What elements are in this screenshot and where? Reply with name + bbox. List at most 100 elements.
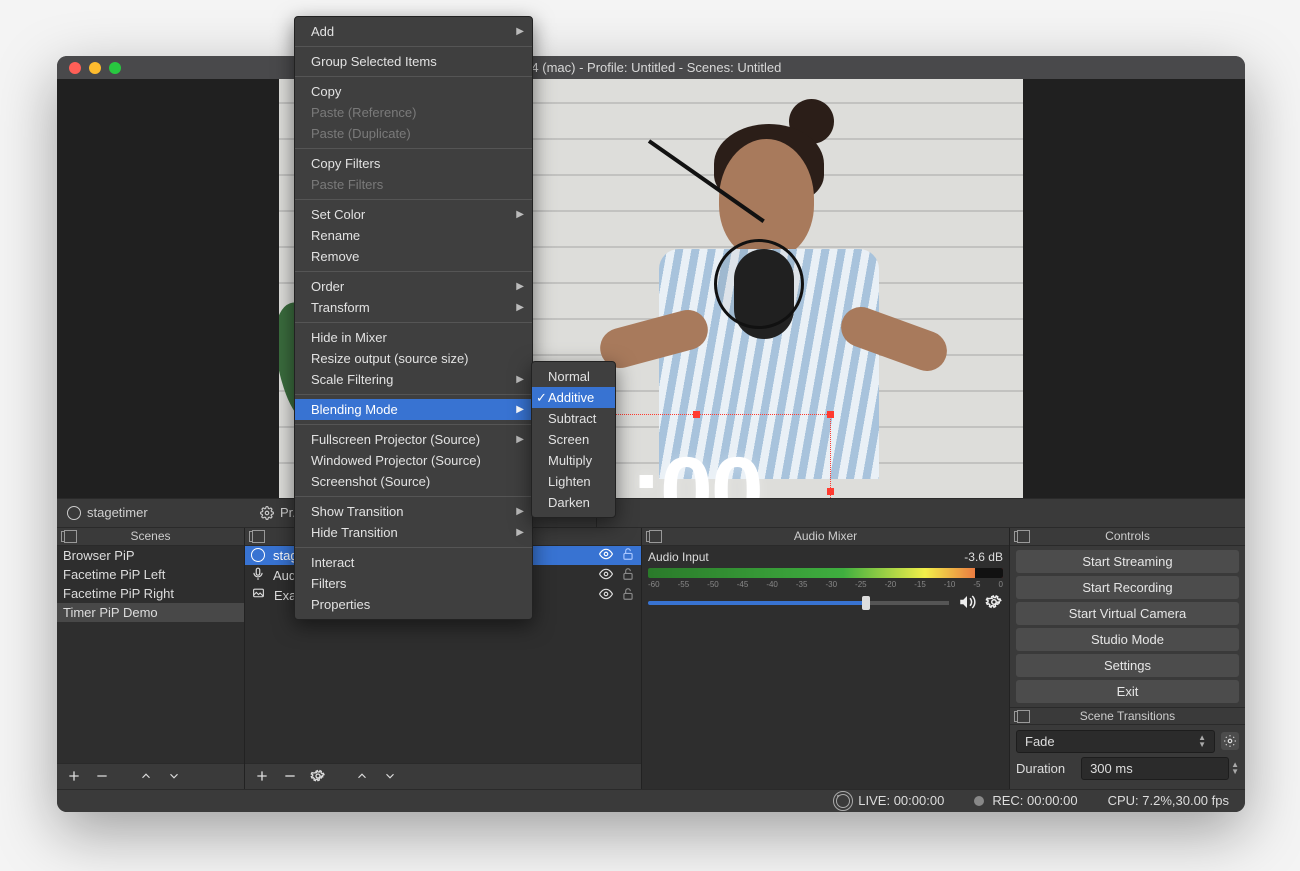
menu-paste-filters: Paste Filters <box>295 174 532 195</box>
move-scene-down-button[interactable] <box>165 767 183 785</box>
visibility-toggle[interactable] <box>597 587 615 604</box>
visibility-toggle[interactable] <box>597 567 615 584</box>
gear-icon <box>260 506 274 520</box>
menu-rename[interactable]: Rename <box>295 225 532 246</box>
broadcast-icon <box>836 794 850 808</box>
menu-group[interactable]: Group Selected Items <box>295 51 532 72</box>
menu-fullscreen-projector[interactable]: Fullscreen Projector (Source)▶ <box>295 429 532 450</box>
menu-screenshot[interactable]: Screenshot (Source) <box>295 471 532 492</box>
blend-darken[interactable]: Darken <box>532 492 615 513</box>
menu-blending-mode[interactable]: Blending Mode▶ <box>295 399 532 420</box>
menu-scale-filtering[interactable]: Scale Filtering▶ <box>295 369 532 390</box>
transitions-body: Fade ▲▼ Duration 300 ms ▲▼ <box>1010 725 1245 789</box>
globe-icon <box>67 506 81 520</box>
volume-slider[interactable] <box>648 601 949 605</box>
menu-paste-duplicate: Paste (Duplicate) <box>295 123 532 144</box>
menu-copy-filters[interactable]: Copy Filters <box>295 153 532 174</box>
add-scene-button[interactable] <box>65 767 83 785</box>
lock-toggle[interactable] <box>621 567 635 584</box>
microphone-icon <box>251 566 265 585</box>
transition-select[interactable]: Fade ▲▼ <box>1016 730 1215 753</box>
menu-order[interactable]: Order▶ <box>295 276 532 297</box>
menu-windowed-projector[interactable]: Windowed Projector (Source) <box>295 450 532 471</box>
menu-hide-transition[interactable]: Hide Transition▶ <box>295 522 532 543</box>
move-source-up-button[interactable] <box>353 767 371 785</box>
menu-properties[interactable]: Properties <box>295 594 532 615</box>
popout-icon[interactable] <box>1014 531 1025 542</box>
preview-area[interactable]: :00 <box>57 79 1245 498</box>
transitions-header[interactable]: Scene Transitions <box>1010 707 1245 725</box>
move-scene-up-button[interactable] <box>137 767 155 785</box>
lock-toggle[interactable] <box>621 587 635 604</box>
move-source-down-button[interactable] <box>381 767 399 785</box>
start-recording-button[interactable]: Start Recording <box>1016 576 1239 599</box>
selected-source-chip: stagetimer <box>57 499 250 526</box>
start-virtual-camera-button[interactable]: Start Virtual Camera <box>1016 602 1239 625</box>
blend-normal[interactable]: Normal <box>532 366 615 387</box>
menu-interact[interactable]: Interact <box>295 552 532 573</box>
blend-screen[interactable]: Screen <box>532 429 615 450</box>
duration-stepper[interactable]: ▲▼ <box>1231 761 1239 775</box>
popout-icon[interactable] <box>61 531 72 542</box>
controls-header[interactable]: Controls <box>1010 528 1245 546</box>
window-title: 2.4 (mac) - Profile: Untitled - Scenes: … <box>57 60 1245 75</box>
blend-additive[interactable]: ✓Additive <box>532 387 615 408</box>
menu-set-color[interactable]: Set Color▶ <box>295 204 532 225</box>
menu-transform[interactable]: Transform▶ <box>295 297 532 318</box>
remove-source-button[interactable] <box>281 767 299 785</box>
popout-icon[interactable] <box>249 531 260 542</box>
app-window: 2.4 (mac) - Profile: Untitled - Scenes: … <box>57 56 1245 812</box>
mixer-dock: Audio Mixer Audio Input -3.6 dB -60-55-5… <box>642 528 1010 789</box>
menu-filters[interactable]: Filters <box>295 573 532 594</box>
microphone-graphic <box>649 139 869 389</box>
settings-button[interactable]: Settings <box>1016 654 1239 677</box>
close-window-button[interactable] <box>69 62 81 74</box>
controls-body: Start Streaming Start Recording Start Vi… <box>1010 546 1245 707</box>
lock-toggle[interactable] <box>621 547 635 564</box>
blend-lighten[interactable]: Lighten <box>532 471 615 492</box>
start-streaming-button[interactable]: Start Streaming <box>1016 550 1239 573</box>
duration-input[interactable]: 300 ms <box>1081 757 1229 780</box>
popout-icon[interactable] <box>1014 711 1025 722</box>
status-bar: LIVE: 00:00:00 REC: 00:00:00 CPU: 7.2%,3… <box>57 789 1245 812</box>
maximize-window-button[interactable] <box>109 62 121 74</box>
popout-icon[interactable] <box>646 531 657 542</box>
transition-settings-button[interactable] <box>1221 732 1239 750</box>
menu-hide-in-mixer[interactable]: Hide in Mixer <box>295 327 532 348</box>
scene-item[interactable]: Timer PiP Demo <box>57 603 244 622</box>
visibility-toggle[interactable] <box>597 547 615 564</box>
studio-mode-button[interactable]: Studio Mode <box>1016 628 1239 651</box>
add-source-button[interactable] <box>253 767 271 785</box>
image-icon <box>251 587 266 603</box>
minimize-window-button[interactable] <box>89 62 101 74</box>
scenes-header[interactable]: Scenes <box>57 528 244 546</box>
menu-remove[interactable]: Remove <box>295 246 532 267</box>
selected-source-name: stagetimer <box>87 505 148 520</box>
blending-mode-submenu[interactable]: Normal ✓Additive Subtract Screen Multipl… <box>531 361 616 518</box>
mixer-body: Audio Input -3.6 dB -60-55-50 -45-40-35 … <box>642 546 1009 789</box>
exit-button[interactable]: Exit <box>1016 680 1239 703</box>
speaker-icon[interactable] <box>957 593 977 614</box>
menu-add[interactable]: Add▶ <box>295 21 532 42</box>
remove-scene-button[interactable] <box>93 767 111 785</box>
blend-subtract[interactable]: Subtract <box>532 408 615 429</box>
menu-resize-output[interactable]: Resize output (source size) <box>295 348 532 369</box>
scene-item[interactable]: Facetime PiP Right <box>57 584 244 603</box>
scenes-list[interactable]: Browser PiP Facetime PiP Left Facetime P… <box>57 546 244 763</box>
source-settings-button[interactable] <box>309 767 327 785</box>
titlebar: 2.4 (mac) - Profile: Untitled - Scenes: … <box>57 56 1245 79</box>
mixer-header[interactable]: Audio Mixer <box>642 528 1009 546</box>
right-column: Controls Start Streaming Start Recording… <box>1010 528 1245 789</box>
source-context-menu[interactable]: Add▶ Group Selected Items Copy Paste (Re… <box>294 16 533 620</box>
sources-footer <box>245 763 641 789</box>
blend-multiply[interactable]: Multiply <box>532 450 615 471</box>
globe-icon <box>251 548 265 562</box>
scene-item[interactable]: Facetime PiP Left <box>57 565 244 584</box>
menu-copy[interactable]: Copy <box>295 81 532 102</box>
scene-item[interactable]: Browser PiP <box>57 546 244 565</box>
mixer-level: -3.6 dB <box>964 550 1003 564</box>
chevron-updown-icon: ▲▼ <box>1198 734 1206 748</box>
track-settings-button[interactable] <box>985 593 1003 614</box>
menu-show-transition[interactable]: Show Transition▶ <box>295 501 532 522</box>
dock-area: Scenes Browser PiP Facetime PiP Left Fac… <box>57 528 1245 789</box>
